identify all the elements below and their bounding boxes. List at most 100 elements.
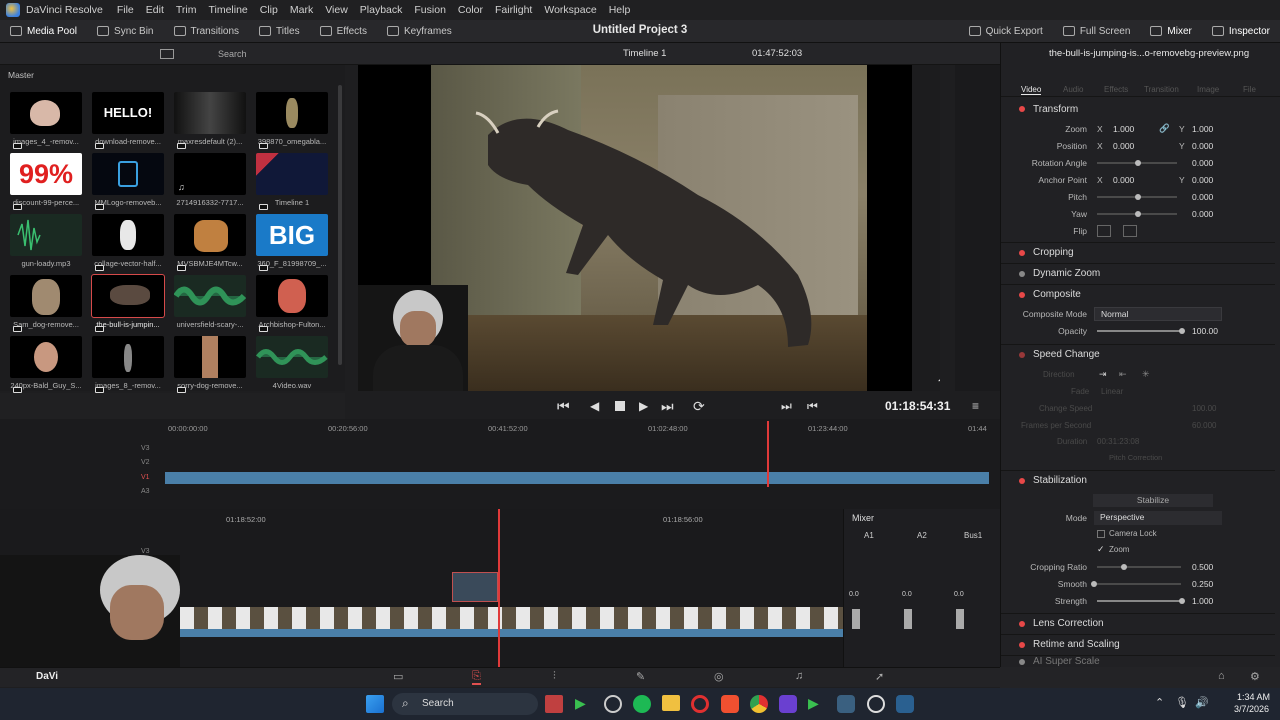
flip-horizontal-icon[interactable] (1097, 224, 1111, 237)
stabilize-button[interactable]: Stabilize (1093, 494, 1213, 507)
zoom-checkbox[interactable]: ✓ (1097, 544, 1105, 555)
taskbar-date[interactable]: 3/7/2026 (1234, 704, 1269, 714)
audio-clip[interactable] (180, 629, 843, 637)
inspector-button[interactable]: Inspector (1202, 20, 1280, 43)
app-icon[interactable]: ▶ (808, 695, 826, 713)
position-x-field[interactable]: 0.000 (1113, 141, 1134, 151)
rotation-field[interactable]: 0.000 (1192, 158, 1213, 168)
steam-icon[interactable] (896, 695, 914, 713)
direction-forward-icon[interactable]: ⇥ (1099, 369, 1107, 380)
link-icon[interactable]: 🔗 (1159, 123, 1170, 134)
strength-slider[interactable] (1097, 600, 1181, 602)
app-icon[interactable] (837, 695, 855, 713)
options-menu-icon[interactable]: ≡ (972, 399, 979, 413)
menu-view[interactable]: View (319, 4, 354, 16)
tab-file[interactable]: File (1243, 85, 1256, 94)
clip-thumbnail[interactable]: gun-loady.mp3 (10, 214, 82, 274)
resize-handle-icon[interactable]: ◢ (938, 372, 940, 383)
menu-trim[interactable]: Trim (170, 4, 203, 16)
taskbar-time[interactable]: 1:34 AM (1237, 692, 1270, 702)
brave-icon[interactable] (721, 695, 739, 713)
home-icon[interactable]: ⌂ (1218, 670, 1225, 682)
menu-edit[interactable]: Edit (140, 4, 170, 16)
chrome-icon[interactable] (750, 695, 768, 713)
clip-thumbnail[interactable]: 99% discount-99-perce... (10, 153, 82, 213)
tab-video[interactable]: Video (1021, 85, 1042, 95)
color-page-icon[interactable]: ◎ (714, 670, 724, 683)
pitch-field[interactable]: 0.000 (1192, 192, 1213, 202)
smooth-slider[interactable] (1097, 583, 1181, 585)
app-icon[interactable] (779, 695, 797, 713)
clip-thumbnail[interactable]: ♫ 2714916332-7717... (174, 153, 246, 213)
settings-icon[interactable]: ⚙ (1250, 670, 1260, 683)
edit-page-icon[interactable]: ⎘ (472, 670, 481, 685)
timeline-name[interactable]: Timeline 1 (623, 48, 666, 59)
section-composite[interactable]: Composite (1001, 284, 1275, 304)
fairlight-page-icon[interactable]: ♫ (795, 670, 803, 682)
app-icon[interactable]: ▶ (575, 695, 593, 713)
clip-thumbnail[interactable]: images_8_-remov... (92, 336, 164, 396)
clip-thumbnail[interactable]: 240px-Bald_Guy_S... (10, 336, 82, 396)
cropping-ratio-slider[interactable] (1097, 566, 1181, 568)
taskbar-search[interactable]: ⌕ Search (392, 693, 538, 715)
menu-timeline[interactable]: Timeline (202, 4, 253, 16)
next-edit-icon[interactable]: ⏭ (781, 399, 792, 414)
clip-thumbnail[interactable]: BIG 360_F_81998709_... (256, 214, 328, 274)
clip-thumbnail-selected[interactable]: the-bull-is-jumpin... (91, 274, 165, 335)
opacity-slider[interactable] (1097, 330, 1181, 332)
yaw-field[interactable]: 0.000 (1192, 209, 1213, 219)
cut-page-icon[interactable]: ⫶ (553, 670, 556, 683)
menu-fairlight[interactable]: Fairlight (489, 4, 538, 16)
quick-export-button[interactable]: Quick Export (959, 20, 1053, 43)
fader-bus1[interactable] (956, 609, 964, 629)
tab-effects[interactable]: Effects (1104, 85, 1128, 94)
direction-reverse-icon[interactable]: ⇤ (1119, 369, 1127, 380)
menu-mark[interactable]: Mark (284, 4, 319, 16)
opacity-field[interactable]: 100.00 (1192, 326, 1218, 336)
effects-button[interactable]: Effects (310, 20, 377, 43)
tray-chevron-icon[interactable]: ⌃ (1155, 696, 1164, 709)
play-icon[interactable]: ▶ (639, 399, 648, 413)
menu-clip[interactable]: Clip (254, 4, 284, 16)
anchor-y-field[interactable]: 0.000 (1192, 175, 1213, 185)
clip-thumbnail[interactable]: HELLO! download-remove... (92, 92, 164, 152)
prev-edit-icon[interactable]: ⏮ (807, 399, 818, 414)
sync-bin-button[interactable]: Sync Bin (87, 20, 163, 43)
grid-view-icon[interactable] (160, 48, 174, 59)
freeze-frame-icon[interactable]: ✳ (1142, 369, 1150, 380)
full-screen-button[interactable]: Full Screen (1053, 20, 1141, 43)
last-frame-icon[interactable]: ⏭ (661, 398, 674, 415)
bull-clip[interactable] (452, 572, 498, 602)
tab-image[interactable]: Image (1197, 85, 1219, 94)
loop-icon[interactable]: ⟳ (693, 398, 705, 415)
clip-thumbnail[interactable]: images_4_-remov... (10, 92, 82, 152)
section-ai-super-scale[interactable]: AI Super Scale (1001, 655, 1275, 667)
clip-thumbnail[interactable]: universfield-scary-... (174, 275, 246, 335)
media-pool-scrollbar[interactable] (338, 85, 342, 365)
mic-icon[interactable]: 🎙 (1175, 696, 1189, 709)
spotify-icon[interactable] (633, 695, 651, 713)
playhead-top[interactable] (767, 421, 769, 487)
clip-thumbnail[interactable]: collage-vector-half... (92, 214, 164, 274)
clip-thumbnail[interactable]: sorry-dog-remove... (174, 336, 246, 396)
zoom-x-field[interactable]: 1.000 (1113, 124, 1134, 134)
app-icon[interactable] (604, 695, 622, 713)
section-retime-scaling[interactable]: Retime and Scaling (1001, 634, 1275, 654)
position-y-field[interactable]: 0.000 (1192, 141, 1213, 151)
clip-thumbnail[interactable]: Archbishop-Fulton... (256, 275, 328, 335)
v1-clip-bar[interactable] (165, 472, 989, 484)
menu-color[interactable]: Color (452, 4, 489, 16)
clip-thumbnail[interactable]: 398870_omegabla... (256, 92, 328, 152)
first-frame-icon[interactable]: ⏮ (557, 398, 570, 415)
playhead[interactable] (498, 509, 500, 667)
fader-a1[interactable] (852, 609, 860, 629)
viewer-canvas[interactable]: ◢ (358, 65, 940, 391)
clip-thumbnail[interactable]: MMLogo-removeb... (92, 153, 164, 213)
section-stabilization[interactable]: Stabilization (1001, 470, 1275, 490)
deliver-page-icon[interactable]: ➚ (875, 670, 884, 683)
menu-file[interactable]: File (111, 4, 140, 16)
file-explorer-icon[interactable] (662, 695, 680, 711)
section-dynamic-zoom[interactable]: Dynamic Zoom (1001, 263, 1275, 283)
stop-icon[interactable] (615, 401, 625, 411)
mixer-button[interactable]: Mixer (1140, 20, 1201, 43)
